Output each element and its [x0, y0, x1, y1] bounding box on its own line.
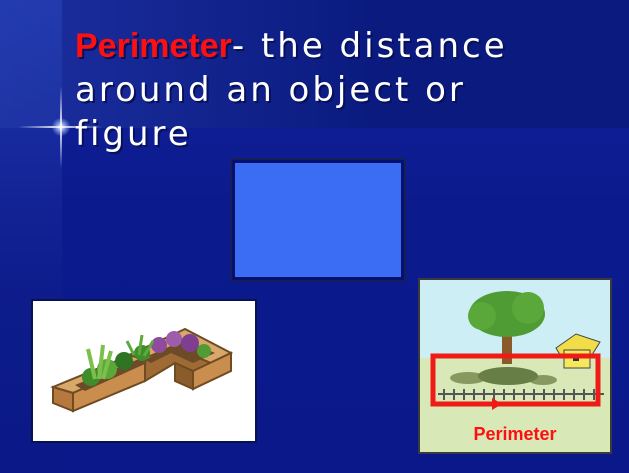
purple-plant-2	[166, 331, 182, 347]
raised-garden-bed-image	[31, 299, 257, 443]
blue-rectangle	[232, 160, 404, 280]
ground-patch-left	[450, 372, 486, 384]
ground-patch-right	[529, 375, 557, 385]
slide-title: Perimeter- the distance around an object…	[75, 24, 595, 156]
purple-plant-1	[151, 337, 167, 353]
tree-shadow	[478, 367, 538, 385]
sparkle-core	[52, 118, 70, 136]
tree-canopy-left	[468, 302, 496, 330]
yard-perimeter-image: Perimeter	[418, 278, 612, 454]
plant-3	[115, 352, 133, 370]
slide: Perimeter- the distance around an object…	[0, 0, 629, 473]
tree-canopy-right	[512, 292, 544, 324]
raised-garden-bed-illustration	[50, 327, 234, 413]
plant-4	[197, 344, 211, 358]
purple-plant-3	[181, 334, 199, 352]
title-term: Perimeter	[75, 27, 232, 65]
perimeter-caption: Perimeter	[473, 424, 557, 444]
